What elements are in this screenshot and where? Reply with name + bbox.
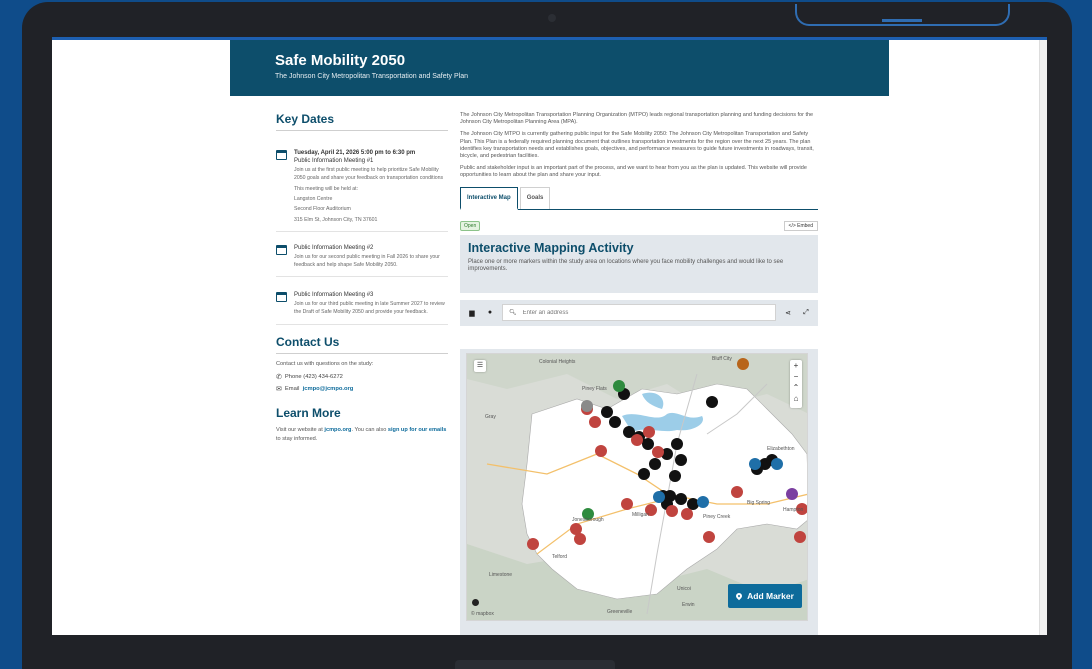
map-label: Unicoi xyxy=(677,586,691,592)
email-link[interactable]: jcmpo@jcmpo.org xyxy=(303,386,354,392)
tab-bar: Interactive Map Goals xyxy=(460,186,818,210)
add-marker-button[interactable]: Add Marker xyxy=(728,584,802,608)
intro-paragraph-2: The Johnson City MTPO is currently gathe… xyxy=(460,131,814,160)
activity-meta-row: Open </> Embed xyxy=(460,220,818,231)
zoom-controls: + − ⌃ ⌂ xyxy=(790,360,802,408)
map-label: Big Spring xyxy=(747,500,771,506)
expand-icon[interactable]: ⤢ xyxy=(800,307,812,319)
tab-interactive-map[interactable]: Interactive Map xyxy=(460,186,518,210)
tab-goals[interactable]: Goals xyxy=(519,186,551,209)
layers-icon[interactable]: ▆ xyxy=(466,307,478,319)
map-label: Limestone xyxy=(489,572,513,578)
address-search-input[interactable] xyxy=(522,309,723,316)
map-panel: Colonial Heights Bluff City Piney Flats … xyxy=(460,349,818,635)
contact-heading: Contact Us xyxy=(276,335,448,354)
event-3: Public Information Meeting #3 Join us fo… xyxy=(276,277,448,325)
status-badge: Open xyxy=(460,220,481,231)
browser-viewport: Safe Mobility 2050 The Johnson City Metr… xyxy=(52,40,1047,635)
signup-link[interactable]: sign up for our emails xyxy=(388,427,446,433)
learn-more-text-3: to stay informed. xyxy=(276,435,318,442)
learn-more-heading: Learn More xyxy=(276,405,341,420)
marker-filter-icon[interactable]: ● xyxy=(484,307,496,319)
event-date: Tuesday, April 21, 2026 5:00 pm to 6:30 … xyxy=(294,150,416,156)
screen-trim-decoration xyxy=(795,4,1010,26)
embed-button[interactable]: </> Embed xyxy=(783,220,818,231)
phone-line: ✆ Phone (423) 434-6272 xyxy=(276,373,448,381)
map-label: Gray xyxy=(485,414,496,420)
interactive-map[interactable]: Colonial Heights Bluff City Piney Flats … xyxy=(466,353,808,621)
activity-header: Interactive Mapping Activity Place one o… xyxy=(460,234,818,293)
event-description: Join us at the first public meeting to h… xyxy=(294,166,444,182)
map-label: Bluff City xyxy=(712,356,732,362)
event-title: Public Information Meeting #2 xyxy=(294,245,374,252)
map-label: Colonial Heights xyxy=(539,359,576,365)
add-marker-label: Add Marker xyxy=(747,591,794,601)
plus-icon[interactable]: + xyxy=(790,360,802,371)
calendar-icon xyxy=(276,292,287,303)
event-description: Join us for our second public meeting in… xyxy=(294,253,440,269)
map-label: Hampton xyxy=(783,507,804,513)
phone-icon: ✆ xyxy=(276,373,282,381)
pin-icon xyxy=(734,591,744,601)
map-canvas[interactable] xyxy=(467,354,808,621)
event-title: Public Information Meeting #1 xyxy=(294,158,374,165)
website-link[interactable]: jcmpo.org xyxy=(324,427,351,433)
calendar-icon xyxy=(276,150,287,160)
compass-icon[interactable]: ⌃ xyxy=(790,382,802,393)
calendar-icon xyxy=(276,245,287,256)
map-label: Milligan xyxy=(632,512,649,518)
site-subtitle: The Johnson City Metropolitan Transporta… xyxy=(275,73,468,80)
event-1: Tuesday, April 21, 2026 5:00 pm to 6:30 … xyxy=(276,141,448,233)
sidebar: Key Dates Tuesday, April 21, 2026 5:00 p… xyxy=(276,112,448,444)
event-title: Public Information Meeting #3 xyxy=(294,292,374,299)
map-label: Jonesborough xyxy=(572,517,604,523)
phone-number: (423) 434-6272 xyxy=(303,373,343,380)
mapbox-attribution: © mapbox xyxy=(471,611,494,617)
event-held-at: This meeting will be held at: xyxy=(294,185,359,192)
map-label: Piney Creek xyxy=(703,514,731,520)
laptop-base xyxy=(455,660,615,669)
event-description: Join us for our third public meeting in … xyxy=(294,300,445,316)
layers-toggle[interactable]: ☰ xyxy=(474,360,486,372)
activity-title: Interactive Mapping Activity xyxy=(468,240,634,255)
search-icon: 🔍︎ xyxy=(509,310,517,317)
intro-paragraph-3: Public and stakeholder input is an impor… xyxy=(460,165,807,179)
email-icon: ✉ xyxy=(276,385,282,393)
minus-icon[interactable]: − xyxy=(790,371,802,382)
learn-more-text: Visit our website at jcmpo.org. You can … xyxy=(276,426,448,444)
contact-intro: Contact us with questions on the study: xyxy=(276,360,374,367)
map-label: Telford xyxy=(552,554,568,560)
map-label: Elizabethton xyxy=(767,446,795,452)
event-venue: Langston Centre xyxy=(294,196,333,203)
address-search: 🔍︎ xyxy=(502,304,776,322)
share-icon[interactable]: ⋖ xyxy=(782,307,794,319)
map-label: Piney Flats xyxy=(582,386,607,392)
site-title: Safe Mobility 2050 xyxy=(275,52,406,69)
event-2: Public Information Meeting #2 Join us fo… xyxy=(276,232,448,278)
map-toolbar: ▆ ● 🔍︎ ⋖ ⤢ xyxy=(460,299,818,326)
phone-label: Phone xyxy=(284,373,302,380)
intro-paragraph-1: The Johnson City Metropolitan Transporta… xyxy=(460,112,814,126)
event-address: 315 Elm St, Johnson City, TN 37601 xyxy=(294,216,378,223)
learn-more-text-2: . You can also xyxy=(351,426,387,433)
map-label: Erwin xyxy=(682,602,695,608)
main-content: The Johnson City Metropolitan Transporta… xyxy=(460,112,818,326)
event-room: Second Floor Auditorium xyxy=(294,206,351,213)
map-label: Greeneville xyxy=(607,609,633,615)
home-icon[interactable]: ⌂ xyxy=(790,393,802,404)
site-header: Safe Mobility 2050 The Johnson City Metr… xyxy=(230,40,889,96)
email-line: ✉ Email jcmpo@jcmpo.org xyxy=(276,385,448,393)
key-dates-heading: Key Dates xyxy=(276,112,448,131)
activity-description: Place one or more markers within the stu… xyxy=(468,258,784,273)
info-icon[interactable] xyxy=(472,599,479,606)
email-label: Email xyxy=(284,385,300,392)
webcam xyxy=(548,14,556,22)
page-scrollbar[interactable] xyxy=(1039,40,1047,635)
learn-more-text-1: Visit our website at xyxy=(276,426,323,433)
